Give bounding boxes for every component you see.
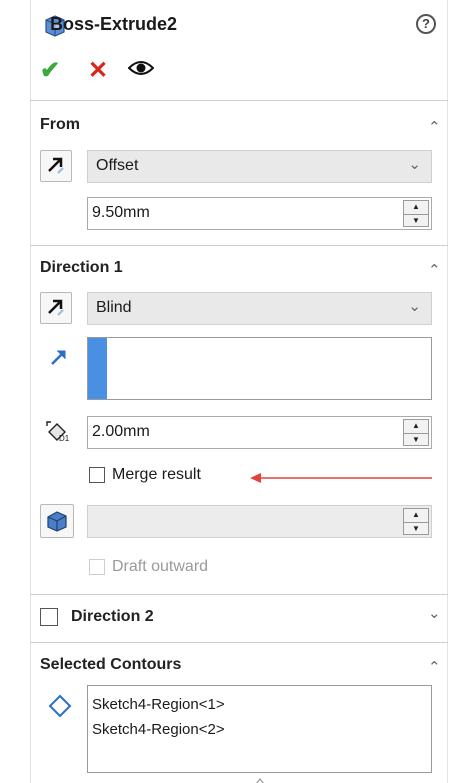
spin-up-icon: ▲	[412, 510, 420, 519]
help-icon[interactable]: ?	[416, 14, 436, 34]
from-offset-value: 9.50mm	[92, 204, 150, 221]
from-offset-spinner[interactable]: ▲ ▼	[403, 200, 429, 227]
depth-dimension-icon: D1	[44, 419, 74, 450]
spin-down-icon: ▼	[404, 521, 428, 535]
from-reverse-direction-button[interactable]	[40, 150, 72, 182]
draft-outward-label: Draft outward	[112, 558, 209, 575]
section-direction2-title[interactable]: Direction 2	[71, 608, 154, 626]
spin-up-icon[interactable]: ▲	[404, 201, 428, 214]
active-selection-bar	[88, 338, 107, 399]
list-item[interactable]: Sketch4-Region<2>	[92, 717, 427, 742]
spin-down-icon[interactable]: ▼	[404, 432, 428, 446]
merge-result-checkbox[interactable]	[89, 467, 105, 483]
contour-selection-icon	[48, 694, 72, 723]
spin-up-icon[interactable]: ▲	[404, 420, 428, 433]
svg-text:D1: D1	[59, 434, 70, 443]
detailed-preview-eye-icon[interactable]	[127, 58, 155, 83]
resize-grip-icon[interactable]	[255, 772, 265, 783]
divider	[30, 100, 448, 101]
direction1-end-condition-value: Blind	[96, 299, 132, 316]
draft-angle-spinner: ▲ ▼	[403, 508, 429, 535]
feature-title: Boss-Extrude2	[50, 14, 178, 34]
merge-result-label[interactable]: Merge result	[112, 466, 201, 484]
section-direction1-title[interactable]: Direction 1	[40, 259, 123, 277]
draft-icon	[47, 511, 67, 532]
direction1-depth-value: 2.00mm	[92, 423, 150, 440]
chevron-up-icon[interactable]: ⌃	[428, 261, 441, 279]
from-end-condition-select[interactable]: Offset ⌄	[87, 150, 432, 183]
spin-down-icon[interactable]: ▼	[404, 213, 428, 227]
reverse-direction-icon	[48, 299, 64, 316]
chevron-down-icon[interactable]: ⌄	[428, 604, 441, 622]
direction1-reverse-direction-button[interactable]	[40, 292, 72, 324]
ok-button[interactable]: ✔	[40, 56, 60, 85]
from-end-condition-value: Offset	[96, 157, 139, 174]
direction1-depth-input[interactable]: 2.00mm ▲ ▼	[87, 416, 432, 449]
draft-on-off-button[interactable]	[40, 504, 74, 538]
divider	[30, 594, 448, 595]
from-offset-input[interactable]: 9.50mm ▲ ▼	[87, 197, 432, 230]
direction1-end-condition-select[interactable]: Blind ⌄	[87, 292, 432, 325]
draft-outward-checkbox	[89, 559, 105, 575]
divider	[30, 245, 448, 246]
draft-angle-input: ▲ ▼	[87, 505, 432, 538]
reverse-direction-icon	[48, 157, 64, 174]
direction1-depth-spinner[interactable]: ▲ ▼	[403, 419, 429, 446]
selected-contours-list[interactable]: Sketch4-Region<1> Sketch4-Region<2>	[87, 685, 432, 773]
chevron-up-icon[interactable]: ⌃	[428, 658, 441, 676]
direction2-checkbox[interactable]	[40, 608, 58, 626]
cancel-button[interactable]: ✕	[88, 56, 108, 85]
section-from-title[interactable]: From	[40, 116, 80, 134]
divider	[30, 642, 448, 643]
direction-selection-box[interactable]	[87, 337, 432, 400]
chevron-down-icon: ⌄	[408, 156, 421, 173]
chevron-down-icon: ⌄	[408, 298, 421, 315]
annotation-arrow-icon	[250, 471, 434, 489]
list-item[interactable]: Sketch4-Region<1>	[92, 692, 427, 717]
direction-of-extrusion-icon	[48, 346, 70, 373]
section-selected-contours-title[interactable]: Selected Contours	[40, 656, 181, 674]
chevron-up-icon[interactable]: ⌃	[428, 118, 441, 136]
